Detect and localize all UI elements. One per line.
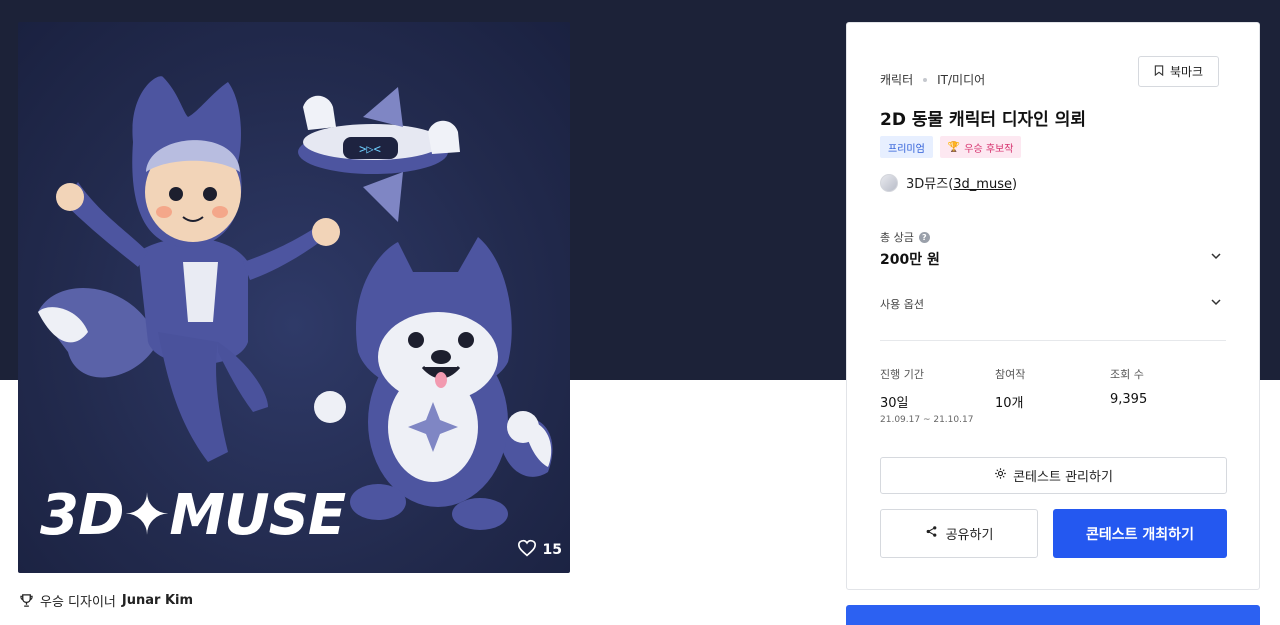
stat-entries-value: 10개 [995, 396, 1024, 411]
share-icon [925, 525, 938, 542]
finalist-badge: 🏆 우승 후보작 [939, 136, 1022, 158]
help-icon[interactable]: ? [918, 231, 930, 243]
stat-period-label: 진행 기간 [880, 368, 924, 381]
bookmark-button[interactable]: 북마크 [1138, 56, 1219, 87]
bookmark-label: 북마크 [1169, 65, 1204, 79]
like-button[interactable]: 15 [517, 539, 562, 561]
stat-period-value: 30일 [880, 396, 909, 411]
author-name: 3D뮤즈 [906, 177, 949, 192]
finalist-badge-label: 우승 후보작 [964, 143, 1014, 155]
stat-views-label: 조회 수 [1110, 368, 1144, 381]
premium-badge: 프리미엄 [880, 136, 933, 158]
breadcrumb-separator [923, 77, 928, 82]
contest-info-panel: 캐릭터 IT/미디어 북마크 2D 동물 캐릭터 디자인 의뢰 프리미엄 🏆 우… [846, 22, 1260, 590]
prize-label-text: 총 상금 [880, 231, 914, 244]
prize-expand-chevron-down-icon[interactable] [1209, 249, 1223, 263]
avatar [880, 173, 898, 192]
contest-artwork-card[interactable]: >▷< 3D✦MUSE 15 [18, 22, 570, 573]
stat-views-value: 9,395 [1110, 392, 1148, 407]
artwork-logo: 3D✦MUSE [40, 483, 346, 548]
badge-group: 프리미엄 🏆 우승 후보작 [880, 136, 1022, 158]
share-label: 공유하기 [945, 528, 994, 543]
winner-label: 우승 디자이너 [40, 595, 116, 610]
stat-period: 진행 기간 30일 21.09.17 ~ 21.10.17 [880, 366, 973, 425]
breadcrumb-subcategory[interactable]: IT/미디어 [937, 71, 985, 88]
contest-author[interactable]: 3D뮤즈(3d_muse) [880, 173, 1017, 192]
prize-value: 200만 원 [880, 252, 940, 268]
breadcrumb-category[interactable]: 캐릭터 [880, 71, 913, 88]
stat-views: 조회 수 9,395 [1110, 366, 1147, 407]
usage-expand-chevron-down-icon[interactable] [1209, 295, 1223, 309]
heart-icon [517, 539, 537, 561]
usage-options-label: 사용 옵션 [880, 298, 924, 311]
breadcrumb: 캐릭터 IT/미디어 [880, 71, 985, 88]
gear-icon [994, 467, 1007, 484]
bookmark-icon [1154, 64, 1164, 79]
share-button[interactable]: 공유하기 [880, 509, 1038, 558]
divider [880, 340, 1226, 341]
stat-entries-label: 참여작 [995, 368, 1026, 381]
author-handle[interactable]: 3d_muse [953, 177, 1012, 192]
host-contest-button[interactable]: 콘테스트 개최하기 [1053, 509, 1227, 558]
trophy-icon [19, 593, 34, 608]
winner-name[interactable]: Junar Kim [122, 593, 193, 608]
trophy-icon: 🏆 [947, 141, 961, 153]
prize-label: 총 상금 ? [880, 229, 930, 245]
contest-title: 2D 동물 캐릭터 디자인 의뢰 [880, 110, 1087, 130]
manage-contest-label: 콘테스트 관리하기 [1013, 470, 1113, 485]
stat-period-range: 21.09.17 ~ 21.10.17 [880, 415, 974, 425]
stat-entries: 참여작 10개 [995, 366, 1025, 411]
like-count: 15 [542, 542, 562, 558]
artwork-illustration: >▷< 3D✦MUSE [38, 76, 553, 548]
manage-contest-button[interactable]: 콘테스트 관리하기 [880, 457, 1227, 494]
bottom-cta-bar[interactable] [846, 605, 1260, 625]
svg-text:>▷<: >▷< [359, 142, 381, 156]
winner-designer: 우승 디자이너 Junar Kim [19, 591, 193, 610]
